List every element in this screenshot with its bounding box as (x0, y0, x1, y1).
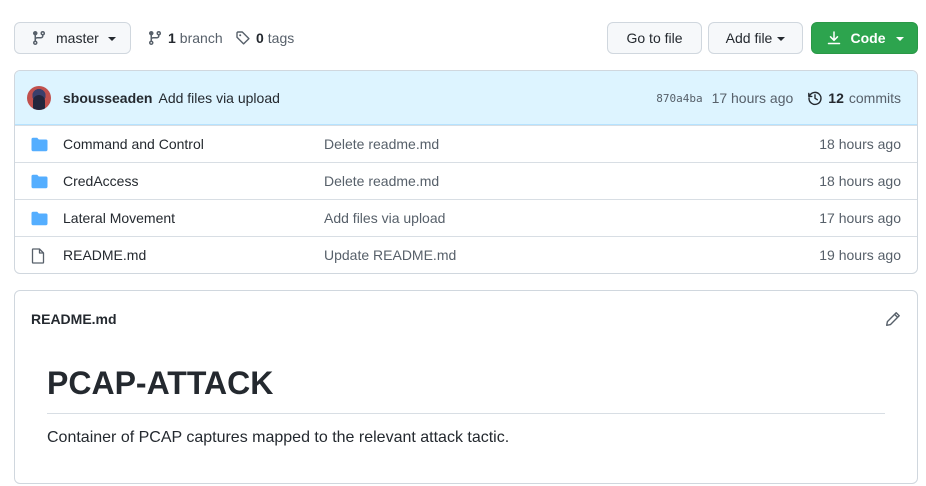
file-row[interactable]: README.md Update README.md 19 hours ago (15, 236, 917, 273)
avatar[interactable] (27, 85, 51, 110)
git-branch-icon (148, 31, 161, 46)
folder-icon (31, 211, 48, 226)
folder-icon (31, 174, 48, 189)
tag-label: tags (267, 30, 295, 46)
branch-label: branch (179, 30, 223, 46)
commit-label: commits (848, 90, 901, 106)
tag-count: 0 (256, 30, 264, 46)
readme-title[interactable]: README.md (31, 311, 117, 327)
branch-name: master (56, 30, 99, 46)
chevron-down-icon (777, 37, 786, 41)
readme-panel: README.md PCAP-ATTACK Container of PCAP … (14, 290, 918, 484)
commit-time: 17 hours ago (711, 90, 794, 106)
file-row[interactable]: Command and Control Delete readme.md 18 … (15, 125, 917, 162)
history-icon (808, 91, 822, 106)
file-list: sbousseaden Add files via upload 870a4ba… (14, 70, 918, 274)
tag-icon (236, 31, 250, 45)
file-commit-message[interactable]: Delete readme.md (324, 136, 439, 152)
file-name[interactable]: Lateral Movement (63, 210, 175, 226)
readme-header: README.md (15, 291, 917, 347)
file-commit-time: 17 hours ago (819, 210, 901, 226)
commit-author[interactable]: sbousseaden (63, 90, 152, 106)
file-name[interactable]: README.md (63, 247, 146, 263)
readme-paragraph: Container of PCAP captures mapped to the… (47, 429, 510, 446)
file-commit-time: 18 hours ago (819, 136, 901, 152)
code-label: Code (850, 30, 886, 46)
commit-message[interactable]: Add files via upload (158, 90, 279, 106)
repo-toolbar: master 1 branch 0 tags Go to file Add fi… (14, 22, 918, 54)
branch-select-button[interactable]: master (14, 22, 131, 54)
commit-sha[interactable]: 870a4ba (656, 92, 702, 105)
readme-heading: PCAP-ATTACK (47, 363, 885, 414)
chevron-down-icon (895, 37, 904, 41)
tags-link[interactable]: 0 tags (235, 22, 294, 54)
file-commit-message[interactable]: Update README.md (324, 247, 456, 263)
file-icon (31, 248, 45, 264)
file-row[interactable]: Lateral Movement Add files via upload 17… (15, 199, 917, 236)
add-file-label: Add file (725, 30, 773, 46)
go-to-file-label: Go to file (626, 30, 683, 46)
chevron-down-icon (107, 37, 116, 41)
git-branch-icon (32, 31, 45, 46)
folder-icon (31, 137, 48, 152)
file-commit-time: 18 hours ago (819, 173, 901, 189)
file-commit-time: 19 hours ago (819, 247, 901, 263)
download-icon (827, 31, 840, 45)
file-name[interactable]: Command and Control (63, 136, 204, 152)
latest-commit-bar: sbousseaden Add files via upload 870a4ba… (15, 71, 917, 125)
go-to-file-button[interactable]: Go to file (607, 22, 702, 54)
commit-count: 12 (828, 90, 844, 106)
file-name[interactable]: CredAccess (63, 173, 138, 189)
branches-link[interactable]: 1 branch (147, 22, 223, 54)
commits-link[interactable]: 12 commits (807, 90, 901, 106)
file-commit-message[interactable]: Delete readme.md (324, 173, 439, 189)
code-button[interactable]: Code (811, 22, 918, 54)
branch-count: 1 (168, 30, 176, 46)
file-row[interactable]: CredAccess Delete readme.md 18 hours ago (15, 162, 917, 199)
pencil-icon[interactable] (885, 311, 901, 327)
add-file-button[interactable]: Add file (708, 22, 803, 54)
file-commit-message[interactable]: Add files via upload (324, 210, 445, 226)
commit-meta: 870a4ba 17 hours ago 12 commits (656, 71, 901, 125)
